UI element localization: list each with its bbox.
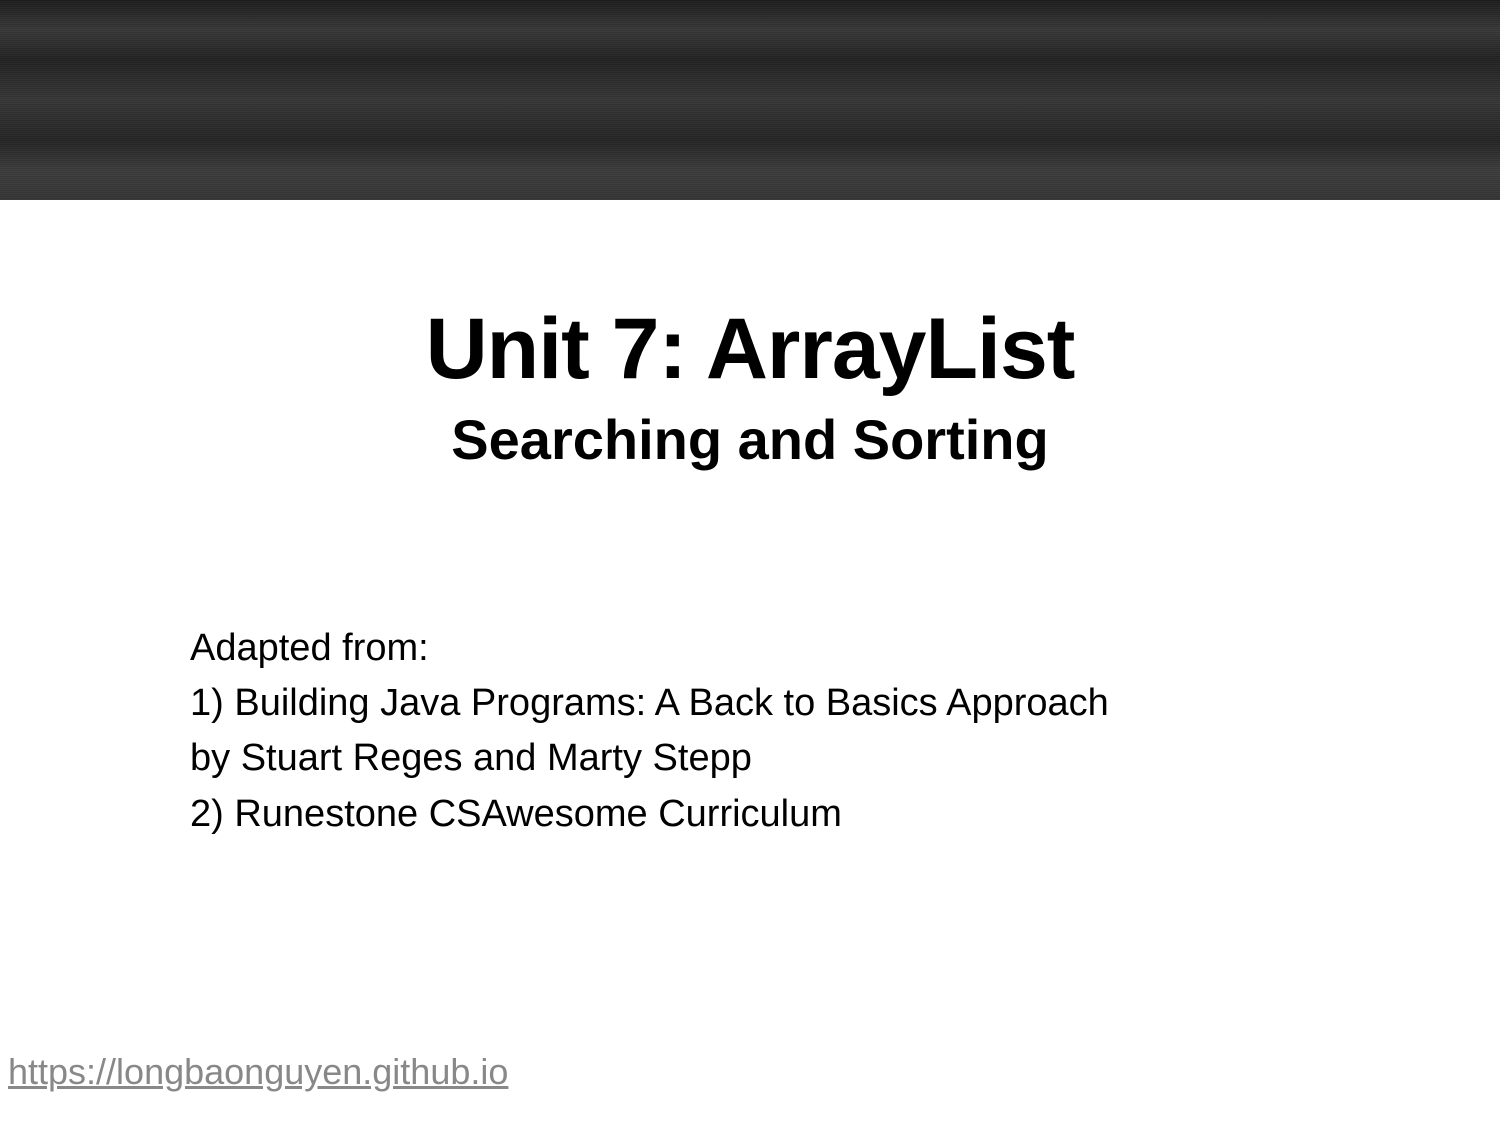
title-section: Unit 7: ArrayList Searching and Sorting: [0, 300, 1500, 472]
source-1-authors: by Stuart Reges and Marty Stepp: [190, 732, 1500, 785]
slide-title: Unit 7: ArrayList: [0, 300, 1500, 399]
decorative-header-band: [0, 0, 1500, 200]
slide-subtitle: Searching and Sorting: [0, 407, 1500, 472]
source-1-title: 1) Building Java Programs: A Back to Bas…: [190, 677, 1500, 730]
adapted-from-label: Adapted from:: [190, 622, 1500, 675]
source-2: 2) Runestone CSAwesome Curriculum: [190, 788, 1500, 841]
body-text: Adapted from: 1) Building Java Programs:…: [190, 622, 1500, 841]
footer-url-link[interactable]: https://longbaonguyen.github.io: [8, 1051, 508, 1093]
